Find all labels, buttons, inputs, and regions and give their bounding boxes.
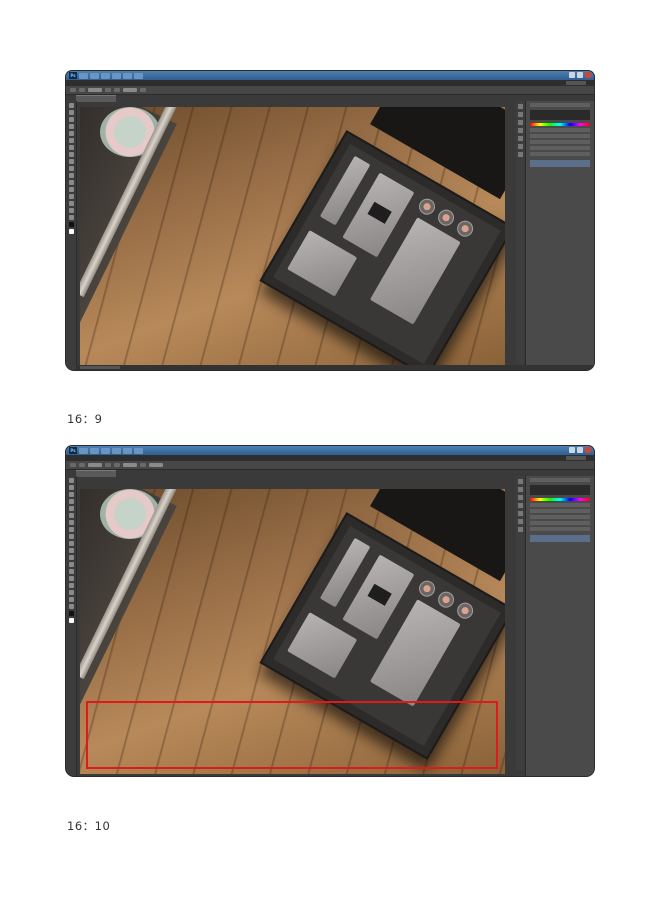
photoshop-app-icon: Ps	[69, 447, 77, 454]
window-controls[interactable]	[569, 72, 591, 78]
options-bar[interactable]	[66, 86, 594, 95]
photoshop-screenshot-16-9: Ps	[66, 71, 594, 370]
background-color-icon[interactable]	[68, 618, 74, 623]
aspect-ratio-caption: 16：10	[67, 819, 111, 833]
window-titlebar: Ps	[66, 71, 594, 80]
right-panels[interactable]	[525, 476, 594, 776]
document-tab[interactable]	[76, 95, 116, 102]
aspect-ratio-caption: 16：9	[67, 412, 103, 426]
window-controls[interactable]	[569, 447, 591, 453]
right-panels[interactable]	[525, 101, 594, 370]
image-canvas[interactable]	[80, 489, 505, 774]
layer-row[interactable]	[530, 535, 590, 542]
options-bar[interactable]	[66, 461, 594, 470]
photoshop-app-icon: Ps	[69, 72, 77, 79]
highlight-rectangle	[86, 701, 498, 769]
window-titlebar: Ps	[66, 446, 594, 455]
photoshop-screenshot-16-10: Ps	[66, 446, 594, 776]
layer-row[interactable]	[530, 160, 590, 167]
tools-panel[interactable]	[66, 476, 77, 776]
background-color-icon[interactable]	[68, 229, 74, 234]
image-canvas[interactable]	[80, 107, 505, 365]
document-tab[interactable]	[76, 470, 116, 477]
foreground-color-icon[interactable]	[68, 611, 74, 616]
status-bar	[76, 365, 594, 370]
panel-dock[interactable]	[516, 476, 524, 770]
panel-dock[interactable]	[516, 101, 524, 364]
foreground-color-icon[interactable]	[68, 222, 74, 227]
tools-panel[interactable]	[66, 101, 77, 370]
